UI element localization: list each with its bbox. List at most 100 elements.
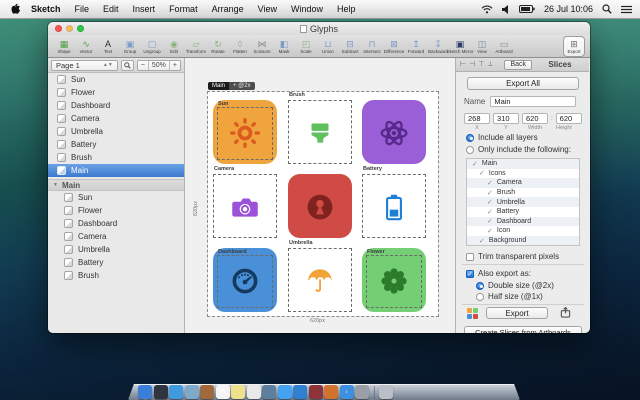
slice-list-item[interactable]: Camera xyxy=(48,112,184,125)
tile-keyhole[interactable] xyxy=(288,174,352,238)
layer-check-row[interactable]: ✓ Umbrella xyxy=(467,197,579,207)
zoom-out-button[interactable]: − xyxy=(138,61,149,70)
page-selector[interactable]: Page 1▲▼ xyxy=(51,60,118,71)
canvas[interactable]: Main + @2x 620px 620px Sun xyxy=(185,58,455,333)
toolbar-button[interactable]: ⊟ Subtract xyxy=(339,36,361,57)
layer-check-row[interactable]: ✓ Camera xyxy=(467,178,579,188)
layer-list-item[interactable]: Dashboard xyxy=(48,217,184,230)
tile-battery[interactable]: Battery xyxy=(362,174,426,238)
layer-check-row[interactable]: ✓ Battery xyxy=(467,207,579,217)
layer-list-item[interactable]: Umbrella xyxy=(48,243,184,256)
half-size-radio[interactable] xyxy=(476,293,484,301)
slice-list-item[interactable]: Umbrella xyxy=(48,125,184,138)
dock-app-icon[interactable] xyxy=(247,385,261,399)
x-field[interactable]: 268 xyxy=(464,113,490,124)
dock-app-icon[interactable] xyxy=(200,385,214,399)
dock-app-icon[interactable]: 26 xyxy=(216,385,230,399)
tile-brush[interactable]: Brush xyxy=(288,100,352,164)
dock-app-icon[interactable] xyxy=(231,385,245,399)
menu-item-format[interactable]: Format xyxy=(162,4,205,14)
width-field[interactable]: 620 xyxy=(522,113,548,124)
slice-list-item[interactable]: Dashboard xyxy=(48,99,184,112)
menu-item-arrange[interactable]: Arrange xyxy=(205,4,251,14)
menu-item-insert[interactable]: Insert xyxy=(126,4,163,14)
toolbar-button[interactable]: ▢ Ungroup xyxy=(141,36,163,57)
back-button[interactable]: Back xyxy=(504,60,532,70)
layer-list-item[interactable]: Battery xyxy=(48,256,184,269)
slice-list-item[interactable]: Sun xyxy=(48,73,184,86)
menu-clock[interactable]: 26 Jul 10:06 xyxy=(544,4,593,14)
also-export-checkbox[interactable]: ✓ xyxy=(466,270,474,278)
dock-app-icon[interactable] xyxy=(293,385,307,399)
dock-app-icon[interactable] xyxy=(154,385,168,399)
menu-item-help[interactable]: Help xyxy=(330,4,363,14)
layer-list-item[interactable]: Flower xyxy=(48,204,184,217)
slice-list-item[interactable]: Battery xyxy=(48,138,184,151)
tile-dashboard[interactable]: Dashboard xyxy=(213,248,277,312)
volume-icon[interactable] xyxy=(502,5,510,14)
tile-camera[interactable]: Camera xyxy=(213,174,277,238)
toolbar-button[interactable]: A Text xyxy=(97,36,119,57)
layer-check-row[interactable]: ✓ Brush xyxy=(467,188,579,198)
menu-item-sketch[interactable]: Sketch xyxy=(24,4,68,14)
checkmark-icon[interactable]: ✓ xyxy=(487,227,493,235)
checkmark-icon[interactable]: ✓ xyxy=(487,179,493,187)
checkmark-icon[interactable]: ✓ xyxy=(487,198,493,206)
dock-app-icon[interactable] xyxy=(278,385,292,399)
toolbar-button[interactable]: ⊔ Union xyxy=(317,36,339,57)
layer-list-item[interactable]: Camera xyxy=(48,230,184,243)
align-top-icon[interactable]: ⊤ xyxy=(478,60,484,70)
layer-check-row[interactable]: ✓ Dashboard xyxy=(467,217,579,227)
wifi-icon[interactable] xyxy=(481,5,493,14)
toolbar-button[interactable]: ⊓ Intersect xyxy=(361,36,383,57)
checkmark-icon[interactable]: ✓ xyxy=(487,217,493,225)
toolbar-button[interactable]: ⋈ Scissors xyxy=(251,36,273,57)
trim-checkbox[interactable] xyxy=(466,253,474,261)
menu-item-file[interactable]: File xyxy=(68,4,97,14)
checkmark-icon[interactable]: ✓ xyxy=(479,169,485,177)
notification-center-icon[interactable] xyxy=(621,5,632,14)
tile-flower[interactable]: Flower xyxy=(362,248,426,312)
share-icon[interactable] xyxy=(560,307,571,320)
dock-app-icon[interactable] xyxy=(185,385,199,399)
layer-list-item[interactable]: Sun xyxy=(48,191,184,204)
artboard-group-header[interactable]: ▼ Main xyxy=(48,179,184,191)
checkmark-icon[interactable]: ✓ xyxy=(472,160,478,168)
export-all-button[interactable]: Export All xyxy=(467,77,579,90)
toolbar-button[interactable]: ⊠ Difference xyxy=(383,36,405,57)
y-field[interactable]: 310 xyxy=(493,113,519,124)
only-include-radio[interactable] xyxy=(466,146,474,154)
menu-item-view[interactable]: View xyxy=(251,4,284,14)
height-field[interactable]: 620 xyxy=(556,113,582,124)
double-size-radio[interactable] xyxy=(476,282,484,290)
slice-list-item[interactable]: Flower xyxy=(48,86,184,99)
align-right-icon[interactable]: ⊣ xyxy=(469,60,475,70)
toolbar-button[interactable]: ↥ Forward xyxy=(405,36,427,57)
name-field[interactable]: Main xyxy=(490,96,576,107)
toolbar-button[interactable]: ▱ Transform xyxy=(185,36,207,57)
battery-icon[interactable] xyxy=(519,5,535,13)
zoom-in-button[interactable]: + xyxy=(170,61,180,70)
trash-icon[interactable] xyxy=(379,385,393,399)
constrain-toggle[interactable]: : xyxy=(551,116,553,122)
toolbar-button[interactable]: ▭ Artboard xyxy=(493,36,515,57)
checkmark-icon[interactable]: ✓ xyxy=(487,189,493,197)
menu-item-edit[interactable]: Edit xyxy=(96,4,126,14)
toolbar-button[interactable]: ↻ Rotate xyxy=(207,36,229,57)
dock-app-icon[interactable] xyxy=(309,385,323,399)
apple-menu-icon[interactable] xyxy=(10,3,20,15)
menu-item-window[interactable]: Window xyxy=(284,4,330,14)
spotlight-icon[interactable] xyxy=(602,4,612,14)
disclosure-triangle-icon[interactable]: ▼ xyxy=(53,182,58,188)
export-toolbar-button[interactable]: ⊞ Export xyxy=(563,36,585,57)
include-all-radio[interactable] xyxy=(466,134,474,142)
toolbar-button[interactable]: ▣ Sketch Mirror xyxy=(449,36,471,57)
dock-app-icon[interactable]: ♪ xyxy=(340,385,354,399)
dock-app-icon[interactable] xyxy=(355,385,369,399)
toolbar-button[interactable]: ◊ Flatten xyxy=(229,36,251,57)
toolbar-button[interactable]: ◉ Edit xyxy=(163,36,185,57)
create-slices-button[interactable]: Create Slices from Artboards xyxy=(464,326,582,333)
document-proxy-icon[interactable] xyxy=(300,25,307,33)
layer-check-row[interactable]: ✓ Icons xyxy=(467,169,579,179)
toolbar-button[interactable]: ◧ Mask xyxy=(273,36,295,57)
